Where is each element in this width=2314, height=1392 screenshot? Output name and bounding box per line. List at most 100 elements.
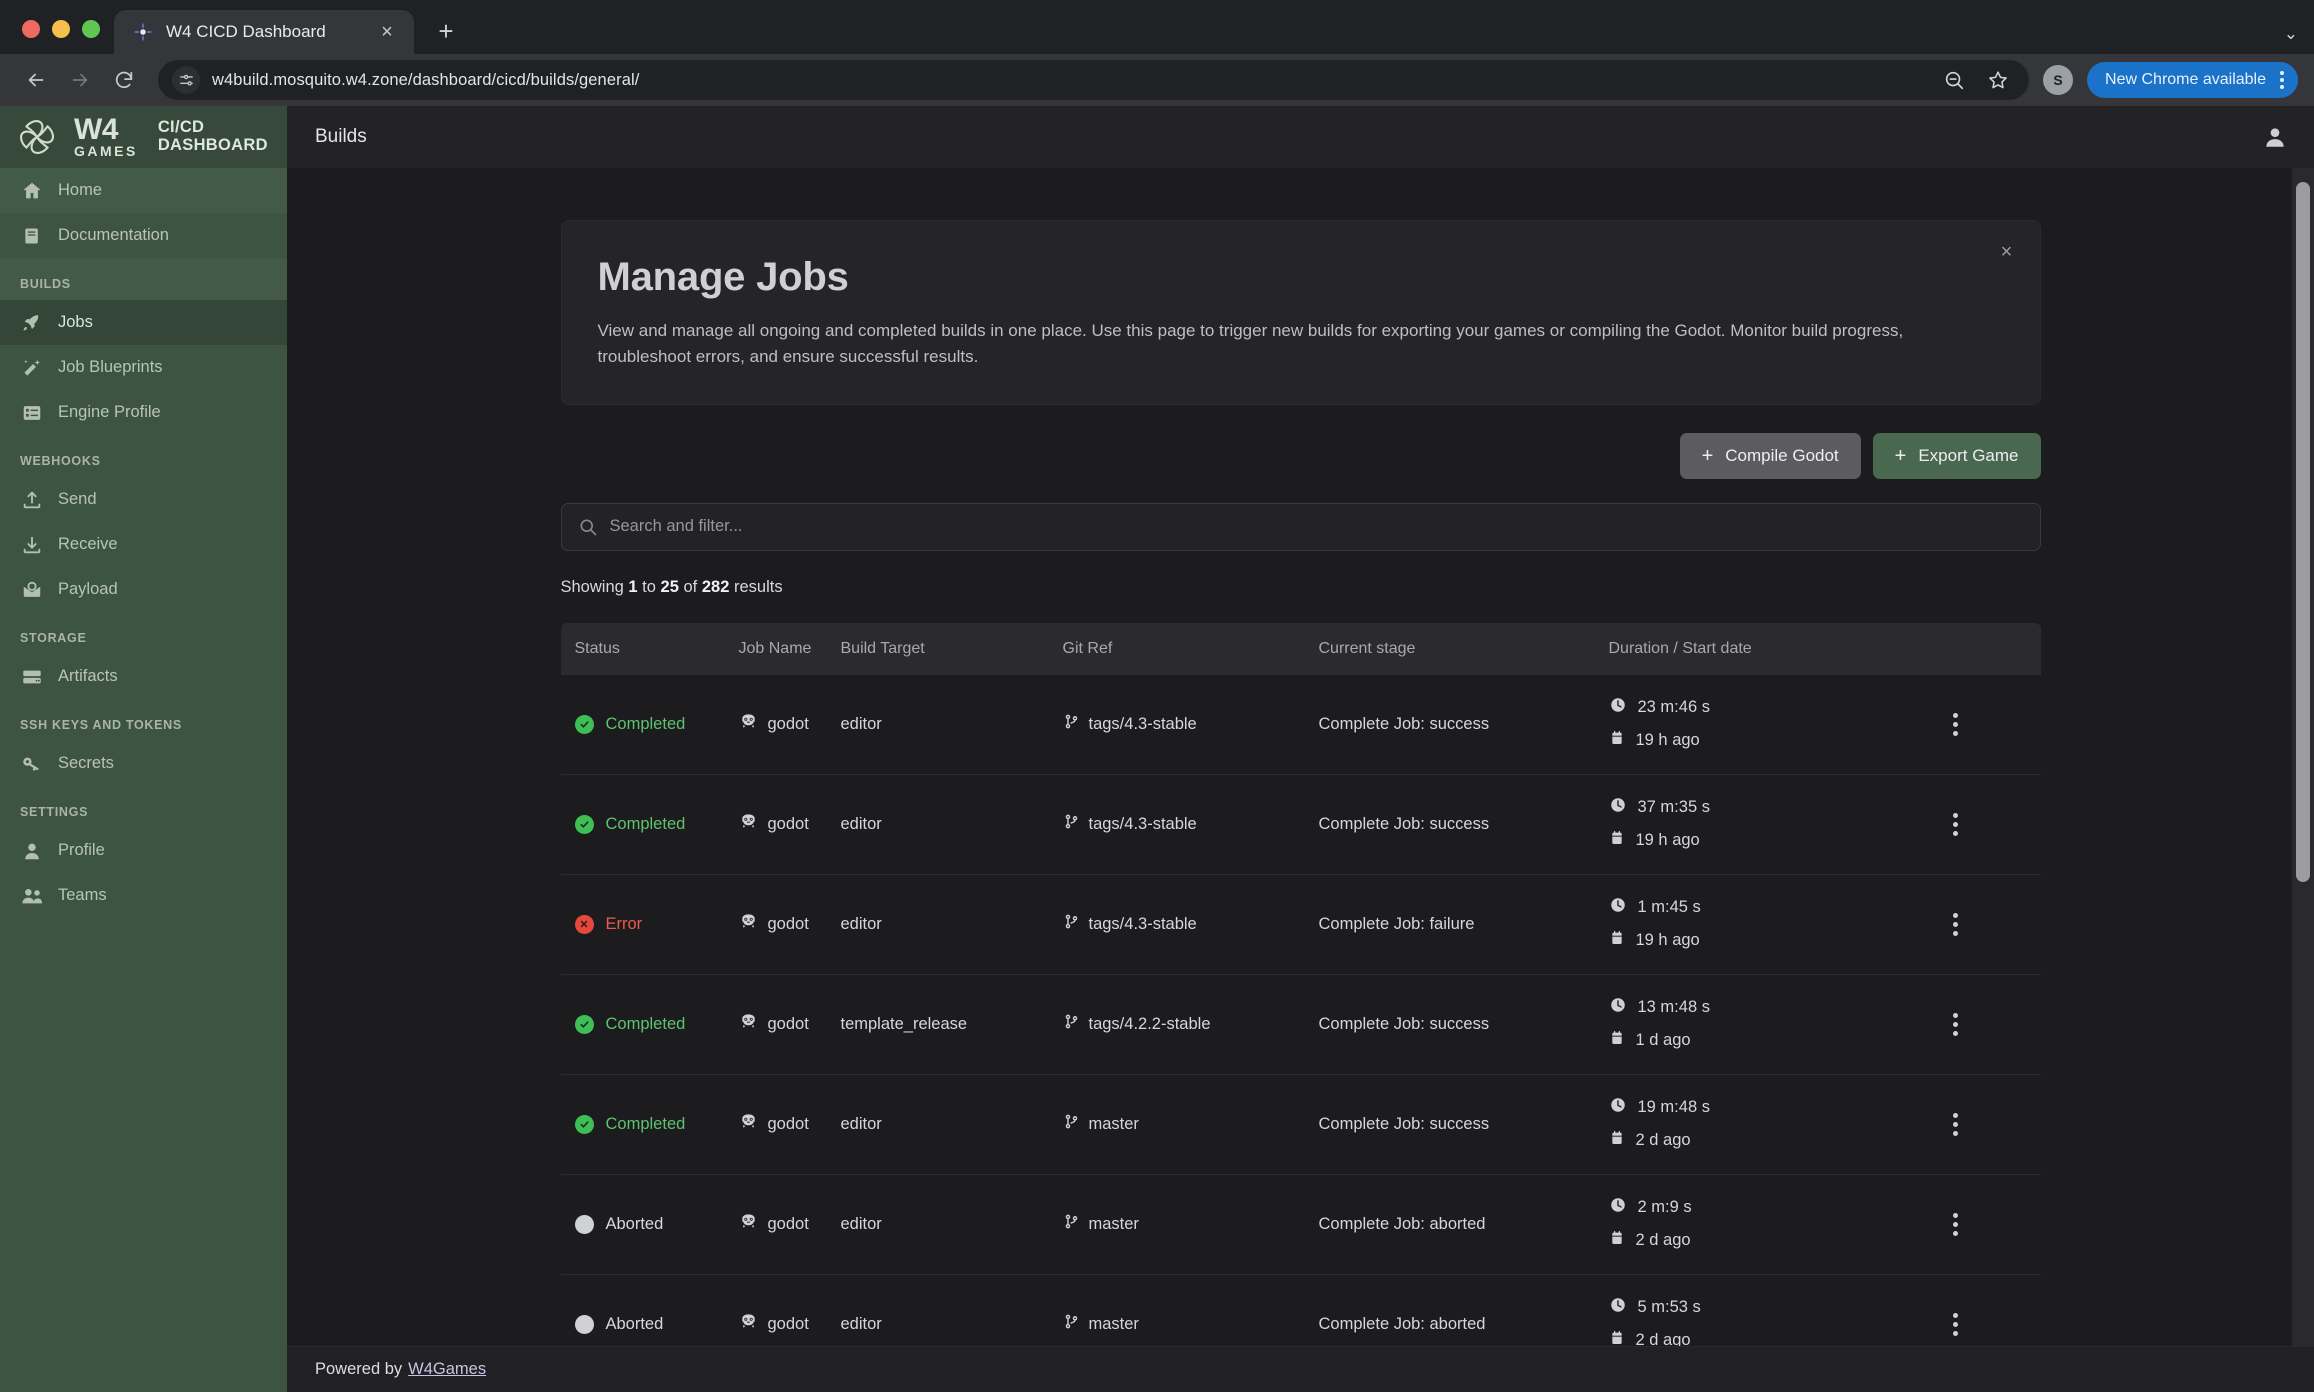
table-row[interactable]: Aborted godot editor master Complete Job: ab… [560,1175,2041,1275]
bookmark-star-icon[interactable] [1985,67,2011,93]
row-menu-icon[interactable] [1953,1012,1958,1036]
duration-label: 5 m:53 s [1637,1298,1701,1317]
reload-button[interactable] [104,60,144,100]
new-tab-button[interactable]: + [426,11,466,51]
current-stage-label: Complete Job: success [1318,1114,1490,1133]
w4games-link[interactable]: W4Games [408,1360,486,1379]
table-row[interactable]: Completed godot template_release tags/4.2.2… [560,975,2041,1075]
build-target-cell: editor [841,915,1063,934]
table-row[interactable]: Completed godot editor master Complete Job: … [560,1075,2041,1175]
brand-header[interactable]: W4 GAMES CI/CD DASHBOARD [0,106,287,168]
sidebar-item-label: Documentation [58,226,169,244]
git-ref-cell: tags/4.3-stable [1063,712,1319,736]
clock-icon [1609,796,1627,819]
column-header-status[interactable]: Status [561,640,739,658]
maximize-window-button[interactable] [82,20,100,38]
zoom-out-icon[interactable] [1941,67,1967,93]
sidebar-nav: Home Documentation BUILDS Jobs Job Blueprint… [0,168,287,1392]
duration-cell: 19 m:48 s 2 d ago [1609,1096,1871,1152]
sidebar-section-label: WEBHOOKS [20,454,101,468]
w4-favicon [132,21,154,43]
upload-icon [20,488,44,512]
row-menu-icon[interactable] [1953,1212,1958,1236]
address-bar[interactable]: w4build.mosquito.w4.zone/dashboard/cicd/… [158,60,2030,100]
table-row[interactable]: Error godot editor tags/4.3-stable Complete … [560,875,2041,975]
profile-avatar[interactable]: S [2043,65,2074,95]
sidebar-item-label: Teams [58,886,107,904]
table-row[interactable]: Completed godot editor tags/4.3-stable Compl… [560,675,2041,775]
column-header-current-stage[interactable]: Current stage [1319,640,1609,658]
minimize-window-button[interactable] [52,20,70,38]
row-actions-cell [1871,912,2041,936]
sidebar-item-teams[interactable]: Teams [0,873,287,918]
browser-menu-icon[interactable] [2276,71,2288,89]
git-ref-label: tags/4.3-stable [1088,814,1197,833]
site-settings-icon[interactable] [172,66,200,94]
git-ref-label: tags/4.3-stable [1088,714,1197,733]
row-actions-cell [1871,1112,2041,1136]
column-header-duration-start-date[interactable]: Duration / Start date [1609,640,1871,658]
sidebar-section-builds: BUILDS [0,258,287,300]
window-controls [12,20,114,54]
duration-label: 13 m:48 s [1637,998,1710,1017]
godot-icon [739,1012,758,1036]
git-branch-icon [1063,912,1080,936]
git-ref-label: master [1088,1214,1139,1233]
clock-icon [1609,1196,1627,1219]
build-target-cell: editor [841,1315,1063,1334]
sidebar-item-job-blueprints[interactable]: Job Blueprints [0,345,287,390]
duration-cell: 1 m:45 s 19 h ago [1609,896,1871,952]
chevron-down-icon[interactable]: ⌄ [2284,24,2298,44]
calendar-icon [1609,729,1625,752]
sidebar-item-profile[interactable]: Profile [0,828,287,873]
sidebar-item-home[interactable]: Home [0,168,287,213]
build-target-label: editor [840,1114,882,1133]
row-menu-icon[interactable] [1953,712,1958,736]
current-stage-cell: Complete Job: success [1319,715,1609,734]
export-game-button[interactable]: + Export Game [1872,432,2041,479]
close-icon[interactable]: × [1994,239,2020,265]
sidebar-item-payload[interactable]: Payload [0,567,287,612]
row-menu-icon[interactable] [1953,912,1958,936]
job-name-label: godot [767,714,809,733]
search-and-filter[interactable] [560,502,2041,551]
account-icon[interactable] [2258,120,2292,154]
build-target-cell: editor [841,1115,1063,1134]
scrollbar-thumb[interactable] [2296,182,2310,882]
close-icon[interactable]: × [374,19,400,45]
status-cell: Completed [561,814,739,834]
row-menu-icon[interactable] [1953,1112,1958,1136]
column-header-job-name[interactable]: Job Name [739,640,841,658]
status-ok-icon [574,1014,594,1034]
table-row[interactable]: Completed godot editor tags/4.3-stable Compl… [560,775,2041,875]
build-target-label: editor [840,814,882,833]
git-ref-label: master [1088,1314,1139,1333]
status-cell: Completed [561,1014,739,1034]
browser-tab[interactable]: W4 CICD Dashboard × [114,10,414,54]
calendar-icon [1609,1129,1625,1152]
start-date-label: 19 h ago [1635,731,1700,750]
sidebar-item-secrets[interactable]: Secrets [0,741,287,786]
search-input[interactable] [609,517,2024,537]
sidebar-item-jobs[interactable]: Jobs [0,300,287,345]
row-menu-icon[interactable] [1953,812,1958,836]
sidebar-item-documentation[interactable]: Documentation [0,213,287,258]
sidebar-item-send[interactable]: Send [0,477,287,522]
sidebar-item-receive[interactable]: Receive [0,522,287,567]
sidebar-item-engine-profile[interactable]: Engine Profile [0,390,287,435]
column-header-git-ref[interactable]: Git Ref [1063,640,1319,658]
clock-icon [1609,996,1627,1019]
forward-button[interactable] [60,60,100,100]
compile-godot-button[interactable]: + Compile Godot [1679,432,1861,479]
close-window-button[interactable] [22,20,40,38]
status-label: Completed [605,814,686,833]
table-row[interactable]: Aborted godot editor master Complete Job: ab… [561,1275,2041,1346]
row-menu-icon[interactable] [1953,1312,1958,1336]
chrome-update-button[interactable]: New Chrome available [2087,62,2298,98]
sidebar-item-label: Profile [58,841,105,859]
start-date-label: 19 h ago [1635,831,1700,850]
back-button[interactable] [16,60,56,100]
sidebar-item-artifacts[interactable]: Artifacts [0,654,287,699]
jobs-table: Status Job Name Build Target Git Ref Current… [560,622,2041,1346]
column-header-build-target[interactable]: Build Target [841,640,1063,658]
